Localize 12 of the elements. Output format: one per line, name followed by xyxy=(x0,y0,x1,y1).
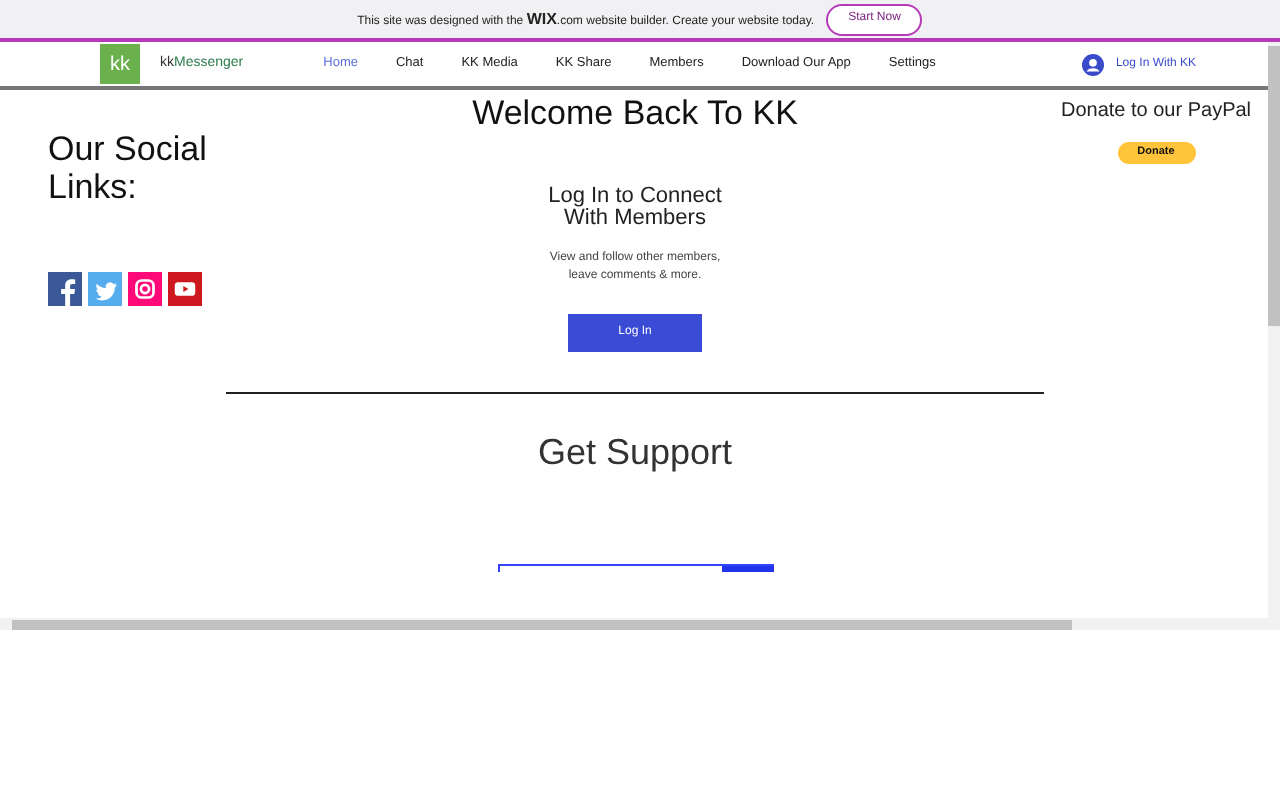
support-title: Get Support xyxy=(537,430,733,476)
youtube-icon[interactable] xyxy=(168,272,202,306)
welcome-title: Welcome Back To KK xyxy=(472,94,798,134)
donate-title: Donate to our PayPal xyxy=(1060,98,1252,126)
avatar-icon[interactable] xyxy=(1081,53,1104,75)
facebook-icon[interactable] xyxy=(48,272,82,306)
form-field[interactable] xyxy=(497,564,773,572)
login-heading: Log In to Connect With Members xyxy=(546,186,724,230)
vertical-scrollbar[interactable] xyxy=(1268,42,1280,618)
social-title: Our Social Links: xyxy=(48,130,209,206)
horizontal-scrollbar[interactable] xyxy=(0,618,1280,630)
instagram-icon[interactable] xyxy=(128,272,162,306)
